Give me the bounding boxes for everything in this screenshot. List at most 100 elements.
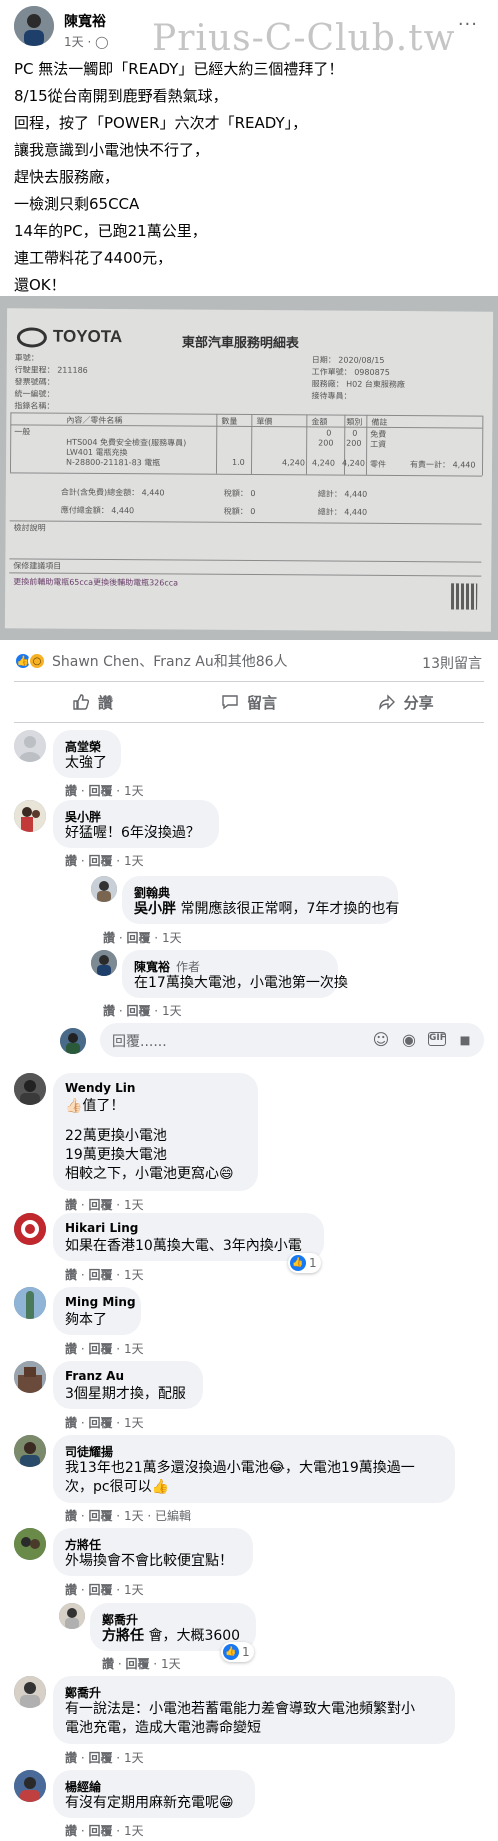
commenter-avatar[interactable]: [14, 1528, 46, 1560]
comment-time[interactable]: 1天: [124, 1342, 144, 1356]
comment-reply-link[interactable]: 回覆: [88, 1824, 112, 1838]
author-name[interactable]: 陳寬裕: [64, 11, 106, 31]
comment-time[interactable]: 1天: [161, 1657, 181, 1671]
comment-reply-link[interactable]: 回覆: [88, 854, 112, 868]
post-line: 回程，按了「POWER」六次才「READY」，: [14, 114, 308, 132]
comment-like-link[interactable]: 讚: [65, 1751, 77, 1765]
commenter-avatar[interactable]: [14, 730, 46, 762]
comment-like-link[interactable]: 讚: [65, 1824, 77, 1838]
comment-time[interactable]: 1天: [124, 784, 144, 798]
comment-reply-link[interactable]: 回覆: [125, 1657, 149, 1671]
commenter-name[interactable]: Franz Au: [65, 1369, 124, 1383]
commenter-avatar[interactable]: [14, 1073, 46, 1105]
comment-meta: 讚 · 回覆 · 1天: [65, 1268, 144, 1282]
comment-reply-link[interactable]: 回覆: [88, 1583, 112, 1597]
comment-reply-link[interactable]: 回覆: [126, 1004, 150, 1018]
comment-time[interactable]: 1天: [124, 1509, 144, 1523]
mention-tag[interactable]: 方將任: [102, 1628, 144, 1644]
commenter-name[interactable]: 方將任: [65, 1536, 101, 1553]
commenter-name[interactable]: 吳小胖: [65, 808, 101, 825]
comment-like-link[interactable]: 讚: [65, 1509, 77, 1523]
comment-like-link[interactable]: 讚: [65, 1583, 77, 1597]
commenter-name[interactable]: Ming Ming: [65, 1295, 136, 1309]
commenter-name[interactable]: 司徒耀揚: [65, 1443, 113, 1460]
comment-reply-link[interactable]: 回覆: [126, 931, 150, 945]
comment-time[interactable]: 1天: [124, 854, 144, 868]
comment-time[interactable]: 1天: [124, 1583, 144, 1597]
comment-time[interactable]: 1天: [124, 1416, 144, 1430]
emoji-icon[interactable]: ☺: [372, 1030, 390, 1049]
comment-text: 吳小胖 常開應該很正常啊，7年才換的也有: [134, 900, 399, 919]
commenter-avatar[interactable]: [59, 1603, 85, 1629]
comment-time[interactable]: 1天: [124, 1751, 144, 1765]
comment-like-link[interactable]: 讚: [65, 1268, 77, 1282]
share-button[interactable]: 分享: [327, 690, 484, 714]
comment-reply-link[interactable]: 回覆: [88, 1198, 112, 1212]
comment-reply-link[interactable]: 回覆: [88, 1342, 112, 1356]
more-options-button[interactable]: ···: [458, 14, 478, 35]
comment-like-link[interactable]: 讚: [65, 854, 77, 868]
like-button[interactable]: 讚: [14, 690, 171, 714]
comment-reply-link[interactable]: 回覆: [88, 1751, 112, 1765]
commenter-avatar[interactable]: [14, 1770, 46, 1802]
comment-like-link[interactable]: 讚: [65, 1416, 77, 1430]
comment-text: 👍🏻值了！: [65, 1098, 125, 1114]
commenter-name[interactable]: 劉翰典: [134, 884, 170, 901]
mention-tag[interactable]: 吳小胖: [134, 901, 176, 917]
comment-time[interactable]: 1天: [162, 1004, 182, 1018]
comment-like-link[interactable]: 讚: [102, 1657, 114, 1671]
commenter-avatar[interactable]: [14, 1287, 46, 1319]
comment-reply-link[interactable]: 回覆: [88, 1416, 112, 1430]
post-time-label[interactable]: 1天: [64, 35, 84, 49]
commenter-name[interactable]: 陳寬裕 作者: [134, 958, 200, 975]
edited-label[interactable]: 已編輯: [155, 1509, 191, 1523]
comment-text: 電池充電，造成大電池壽命變短: [65, 1720, 261, 1736]
commenter-avatar[interactable]: [14, 1435, 46, 1467]
commenter-name-text[interactable]: 陳寬裕: [134, 960, 170, 974]
post-time[interactable]: 1天 · ◯: [64, 33, 109, 50]
comment-like-link[interactable]: 讚: [103, 931, 115, 945]
commenter-avatar[interactable]: [91, 950, 117, 976]
reactors-names[interactable]: Shawn Chen、Franz Au和其他86人: [52, 651, 288, 671]
comment-reply-link[interactable]: 回覆: [88, 784, 112, 798]
comment-like-link[interactable]: 讚: [65, 1198, 77, 1212]
comment-like-link[interactable]: 讚: [65, 784, 77, 798]
commenter-name[interactable]: 鄭喬升: [65, 1684, 101, 1701]
comment-label: 留言: [247, 693, 278, 712]
comment-reply-link[interactable]: 回覆: [88, 1509, 112, 1523]
author-avatar[interactable]: [14, 6, 54, 46]
comment-time[interactable]: 1天: [124, 1198, 144, 1212]
commenter-avatar[interactable]: [91, 876, 117, 902]
comment-time[interactable]: 1天: [162, 931, 182, 945]
author-badge: 作者: [176, 960, 201, 974]
commenter-avatar[interactable]: [14, 800, 46, 832]
commenter-avatar[interactable]: [14, 1676, 46, 1708]
commenter-avatar[interactable]: [14, 1361, 46, 1393]
comment-time[interactable]: 1天: [124, 1268, 144, 1282]
commenter-name[interactable]: 高堂榮: [65, 738, 101, 755]
reply-input[interactable]: 回覆...... ☺ ◉ GIF ◾: [100, 1023, 484, 1057]
sticker-icon[interactable]: ◾: [456, 1030, 474, 1049]
payable-label: 有責一計： 4,440: [410, 460, 476, 470]
comment-reply-link[interactable]: 回覆: [88, 1268, 112, 1282]
comment-button[interactable]: 留言: [171, 690, 328, 714]
comment-meta: 讚 · 回覆 · 1天: [65, 1416, 144, 1430]
comment-like-count[interactable]: 👍 1: [221, 1642, 254, 1662]
commenter-name[interactable]: Hikari Ling: [65, 1221, 138, 1235]
comment-like-count[interactable]: 👍 1: [288, 1253, 321, 1273]
reaction-summary[interactable]: 👍 ○ Shawn Chen、Franz Au和其他86人: [14, 650, 288, 672]
commenter-avatar[interactable]: [14, 1213, 46, 1245]
commenter-name[interactable]: 楊經綸: [65, 1778, 101, 1795]
commenter-name[interactable]: 鄭喬升: [102, 1611, 138, 1628]
comment-like-link[interactable]: 讚: [65, 1342, 77, 1356]
commenter-name[interactable]: Wendy Lin: [65, 1081, 135, 1095]
gif-icon[interactable]: GIF: [428, 1032, 446, 1046]
comment-like-link[interactable]: 讚: [103, 1004, 115, 1018]
receipt-photo[interactable]: TOYOTA 東部汽車服務明細表 車號： 行駛里程： 211186 發票號碼： …: [0, 296, 498, 640]
receipt-paper: TOYOTA 東部汽車服務明細表 車號： 行駛里程： 211186 發票號碼： …: [4, 308, 494, 632]
col-header: 內容／零件名稱: [66, 415, 123, 426]
camera-icon[interactable]: ◉: [400, 1030, 418, 1049]
comment-time[interactable]: 1天: [124, 1824, 144, 1838]
comment-count[interactable]: 13則留言: [422, 653, 482, 673]
item-cell: 200: [346, 438, 362, 448]
